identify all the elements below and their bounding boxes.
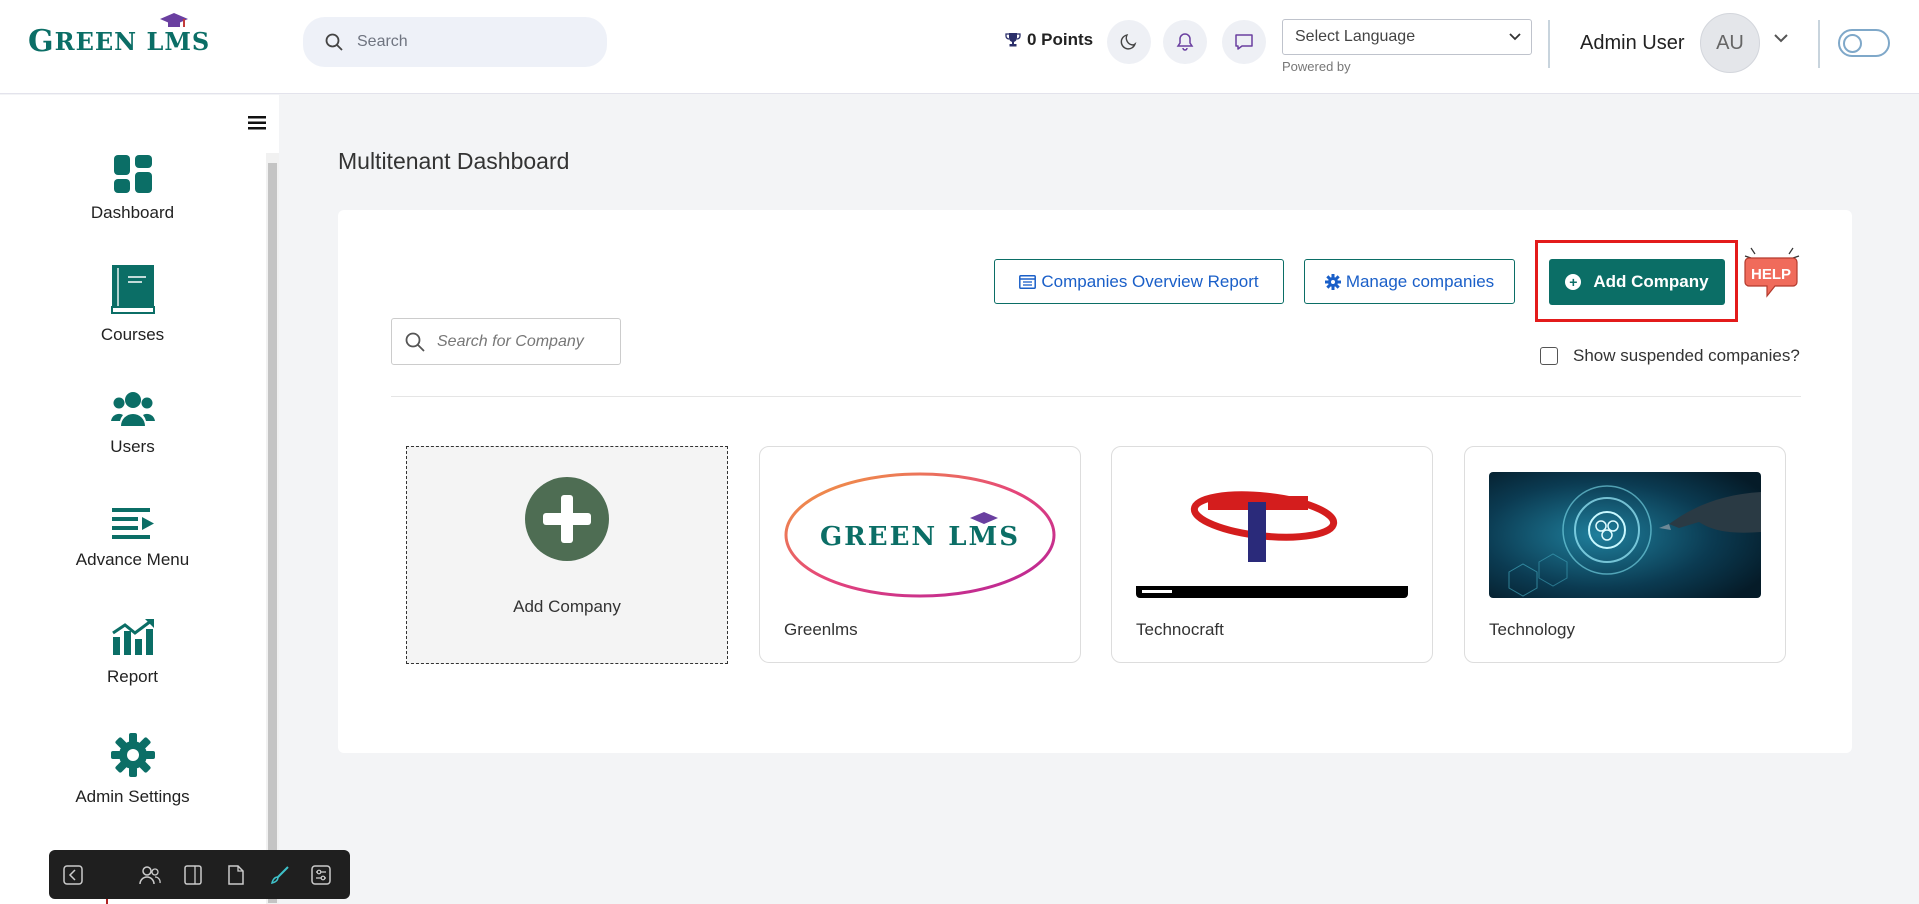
company-name: Technocraft [1136, 620, 1224, 639]
greenlms-logo-image: GREEN LMS [784, 472, 1056, 598]
plus-circle-icon [525, 477, 609, 561]
company-name: Greenlms [784, 620, 858, 639]
dark-mode-button[interactable] [1107, 20, 1151, 64]
overview-report-label: Companies Overview Report [1041, 271, 1259, 291]
cog-icon [1324, 273, 1341, 290]
show-suspended-toggle[interactable]: Show suspended companies? [1540, 346, 1800, 366]
search-placeholder: Search [357, 33, 408, 50]
avatar[interactable]: AU [1700, 13, 1760, 73]
header-divider [1548, 20, 1550, 68]
sidebar-scrollbar[interactable] [266, 153, 279, 904]
sidebar-item-advance-menu[interactable]: Advance Menu [0, 508, 265, 570]
top-header: G REEN LMS Search 0 Points Select Languag… [0, 0, 1919, 94]
chat-icon [1235, 34, 1253, 50]
floating-toolbar [49, 850, 350, 899]
show-suspended-label: Show suspended companies? [1573, 346, 1800, 365]
hamburger-menu-icon[interactable] [248, 115, 266, 131]
scrollbar-thumb[interactable] [268, 163, 277, 903]
global-search-input[interactable]: Search [303, 17, 607, 67]
technology-photo-image [1489, 472, 1761, 598]
add-company-label: Add Company [1593, 272, 1709, 291]
add-company-card[interactable]: Add Company [406, 446, 728, 664]
greenlms-logo-text: GREEN LMS [820, 522, 1020, 552]
moon-icon [1120, 34, 1137, 50]
tablet-icon[interactable] [182, 864, 204, 886]
search-icon [405, 332, 425, 352]
company-search-input[interactable]: Search for Company [391, 318, 621, 365]
page-title: Multitenant Dashboard [338, 148, 570, 174]
people-icon[interactable] [139, 864, 161, 886]
theme-toggle[interactable] [1838, 29, 1890, 57]
help-icon[interactable]: HELP [1743, 244, 1801, 304]
user-name[interactable]: Admin User [1580, 32, 1684, 55]
back-icon[interactable] [62, 864, 84, 886]
add-company-button[interactable]: + Add Company [1549, 259, 1725, 305]
company-name: Technology [1489, 620, 1576, 639]
user-menu-chevron-icon[interactable] [1774, 34, 1788, 43]
companies-overview-report-button[interactable]: Companies Overview Report [994, 259, 1284, 304]
technocraft-logo-image [1136, 472, 1408, 598]
list-alt-icon [1019, 274, 1037, 289]
show-suspended-checkbox[interactable] [1540, 347, 1558, 365]
advance-menu-icon [111, 508, 154, 539]
help-text: HELP [1751, 266, 1791, 283]
points-indicator[interactable]: 0 Points [1005, 30, 1093, 50]
language-select[interactable]: Select Language [1282, 19, 1532, 55]
messages-button[interactable] [1222, 20, 1266, 64]
dashboard-icon [113, 155, 152, 193]
sidebar-item-dashboard[interactable]: Dashboard [0, 155, 265, 223]
language-select-value: Select Language [1295, 28, 1416, 45]
company-card-technology[interactable]: Technology [1464, 446, 1786, 663]
gear-icon [110, 733, 155, 777]
sidebar-item-label: Report [106, 667, 159, 686]
users-icon [110, 392, 155, 426]
notifications-button[interactable] [1163, 20, 1207, 64]
points-label: 0 Points [1027, 30, 1094, 49]
sidebar-partial-item [106, 899, 108, 904]
document-icon[interactable] [225, 864, 247, 886]
book-icon [110, 265, 155, 314]
graduation-cap-icon [160, 13, 189, 27]
sidebar-item-report[interactable]: Report [0, 619, 265, 687]
chevron-down-icon [1509, 33, 1521, 41]
company-card-technocraft[interactable]: Technocraft [1111, 446, 1433, 663]
sidebar-item-label: Courses [100, 325, 165, 344]
report-chart-icon [111, 619, 154, 655]
sidebar-item-label: Dashboard [90, 203, 175, 222]
header-divider-2 [1818, 20, 1820, 68]
sidebar-item-users[interactable]: Users [0, 391, 265, 457]
sidebar-item-label: Advance Menu [75, 550, 190, 569]
brand-logo[interactable]: G REEN LMS [28, 13, 210, 59]
sidebar-item-label: Admin Settings [75, 787, 190, 806]
panel-divider [391, 396, 1801, 397]
add-company-card-label: Add Company [513, 597, 621, 616]
toggle-knob [1843, 34, 1862, 53]
trophy-icon [1005, 33, 1021, 47]
settings-sliders-icon[interactable] [310, 864, 332, 886]
brush-icon[interactable] [269, 864, 291, 886]
manage-companies-button[interactable]: Manage companies [1304, 259, 1515, 304]
company-card-greenlms[interactable]: GREEN LMS Greenlms [759, 446, 1081, 663]
manage-companies-label: Manage companies [1345, 271, 1495, 291]
company-search-placeholder: Search for Company [437, 332, 584, 350]
search-icon [325, 33, 343, 51]
sidebar-item-courses[interactable]: Courses [0, 265, 265, 345]
bell-icon [1176, 33, 1194, 51]
sidebar-item-label: Users [110, 437, 155, 456]
sidebar-item-admin-settings[interactable]: Admin Settings [0, 733, 265, 807]
powered-by-text: Powered by [1282, 59, 1351, 74]
sidebar: Dashboard Courses Users Advance Menu Rep… [0, 95, 279, 904]
plus-circle-icon: + [1565, 274, 1582, 290]
